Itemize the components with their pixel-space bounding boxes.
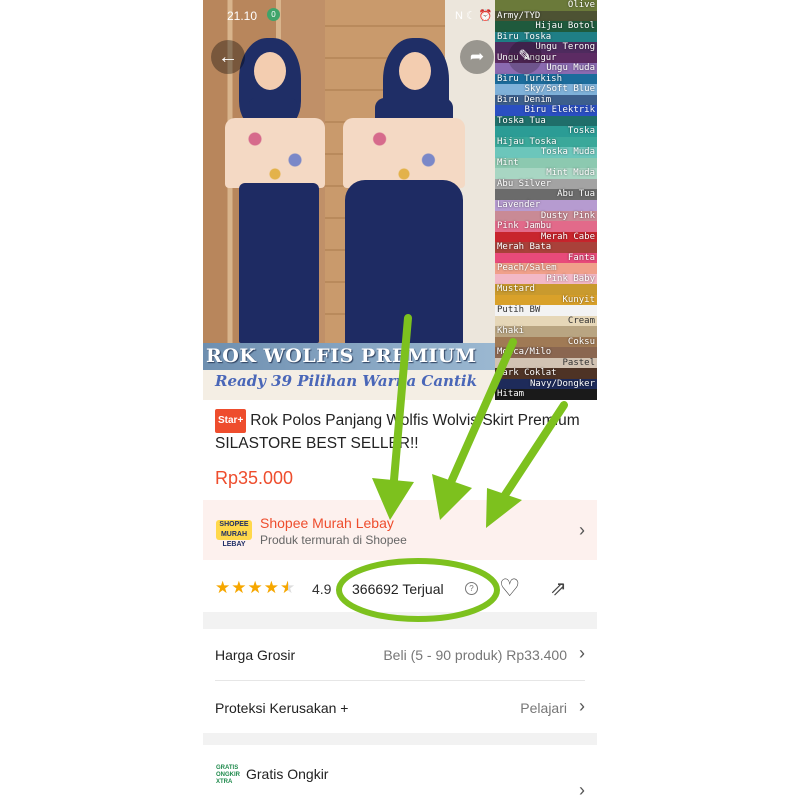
model-photo-center	[335, 38, 465, 348]
chevron-right-icon: ›	[579, 780, 585, 800]
color-swatch-label: Abu Silver	[497, 178, 552, 189]
promo-banner[interactable]: SHOPEE MURAH LEBAY Shopee Murah Lebay Pr…	[203, 500, 597, 560]
wholesale-value: Beli (5 - 90 produk) Rp33.400	[383, 647, 567, 663]
color-swatch-label: Mustard	[497, 284, 535, 295]
edit-icon[interactable]: ✎	[508, 40, 542, 74]
color-swatch-label: Merah Bata	[497, 242, 552, 253]
wholesale-price-row[interactable]: Harga Grosir Beli (5 - 90 produk) Rp33.4…	[203, 630, 597, 680]
product-image-carousel[interactable]: Olive Army/TYD Hijau Botol Biru Toska Ungu T…	[203, 0, 597, 400]
color-swatch-label: Biru Turkish	[497, 73, 563, 84]
help-icon[interactable]: ?	[465, 582, 478, 595]
phone-screen: Olive Army/TYD Hijau Botol Biru Toska Ungu T…	[203, 0, 597, 800]
color-swatch-label: Cream	[567, 315, 595, 326]
color-swatch-label: Hitam	[497, 389, 525, 400]
rating-stars: ★★★★★	[215, 578, 297, 597]
color-swatch-label: Biru Denim	[497, 94, 552, 105]
color-swatch-label: Biru Elektrik	[524, 105, 595, 116]
section-separator	[203, 733, 597, 745]
wholesale-label: Harga Grosir	[215, 647, 296, 663]
color-swatch-label: Fanta	[567, 252, 595, 263]
color-swatch-label: Dusty Pink	[540, 210, 595, 221]
color-swatch-label: Ungu Terong	[535, 42, 595, 53]
chevron-right-icon: ›	[579, 520, 585, 540]
shop-logo: SHOPEE MURAH LEBAY	[216, 520, 252, 548]
color-swatch-label: Mint	[497, 157, 519, 168]
color-swatch-label: Kunyit	[562, 294, 595, 305]
color-swatch-label: Khaki	[497, 326, 525, 337]
color-swatch-label: Peach/Salem	[497, 263, 557, 274]
promo-name: Shopee Murah Lebay	[260, 515, 394, 531]
color-swatch-label: Mint Muda	[546, 168, 595, 179]
color-swatch-label: Hijau Toska	[497, 136, 557, 147]
color-swatch-label: Merah Cabe	[540, 231, 595, 242]
color-swatch-label: Navy/Dongker	[529, 378, 595, 389]
notification-icon: 0	[267, 8, 280, 21]
protection-link[interactable]: Pelajari	[520, 700, 567, 716]
color-swatch-label: Dark Coklat	[497, 368, 557, 379]
favorite-heart-icon[interactable]: ♡	[499, 574, 521, 603]
rating-row: ★★★★★ 4.9 366692 Terjual ? ♡ ⇗	[203, 566, 597, 612]
color-swatch-label: Pink Jambu	[497, 221, 552, 232]
star-plus-badge: Star+	[215, 409, 247, 433]
protection-label: Proteksi Kerusakan +	[215, 700, 349, 716]
banner-title: ROK WOLFIS PREMIUM	[203, 343, 495, 370]
color-swatch-label: Putih BW	[497, 305, 541, 316]
chevron-right-icon: ›	[579, 696, 585, 716]
color-swatch-label: Sky/Soft Blue	[524, 84, 595, 95]
system-status-icons: N ☾ ⏰	[455, 10, 493, 22]
color-swatch-label: Pink Baby	[546, 273, 595, 284]
color-swatch-label: Pastel	[562, 357, 595, 368]
color-swatch-label: Toska Tua	[497, 115, 546, 126]
divider	[215, 680, 585, 681]
product-price: Rp35.000	[215, 468, 294, 488]
color-swatch-label: Ungu Muda	[546, 63, 595, 74]
color-swatch-label: Toska	[567, 126, 595, 137]
color-swatch-label: Abu Tua	[557, 189, 595, 200]
free-shipping-icon: GRATIS ONGKIR XTRA	[216, 765, 240, 785]
share-icon[interactable]: ➦	[460, 40, 494, 74]
model-photo-left	[221, 38, 326, 348]
section-separator	[203, 612, 597, 629]
color-swatch-label: Mocca/Milo	[497, 347, 552, 358]
share-icon[interactable]: ⇗	[550, 576, 567, 601]
back-arrow-icon[interactable]: ←	[211, 40, 245, 74]
banner-tagline: Ready 39 Pilihan Warna Cantik	[203, 370, 495, 400]
sold-count: 366692 Terjual	[352, 581, 444, 597]
color-swatch: Hitam	[495, 389, 597, 400]
damage-protection-row[interactable]: Proteksi Kerusakan + Pelajari ›	[203, 683, 597, 733]
chevron-right-icon: ›	[579, 643, 585, 663]
color-swatch-label: Coksu	[567, 336, 595, 347]
product-title: Star+ Rok Polos Panjang Wolfis Wolvis Ski…	[215, 409, 585, 455]
free-shipping-label[interactable]: Gratis Ongkir	[246, 766, 328, 782]
status-bar: 21.10 0 N ☾ ⏰	[203, 0, 597, 30]
rating-score: 4.9	[312, 581, 332, 597]
color-swatch-label: Toska Muda	[540, 147, 595, 158]
color-swatch-label: Lavender	[497, 200, 541, 210]
status-time: 21.10	[227, 9, 258, 23]
promo-subtitle: Produk termurah di Shopee	[260, 533, 407, 547]
